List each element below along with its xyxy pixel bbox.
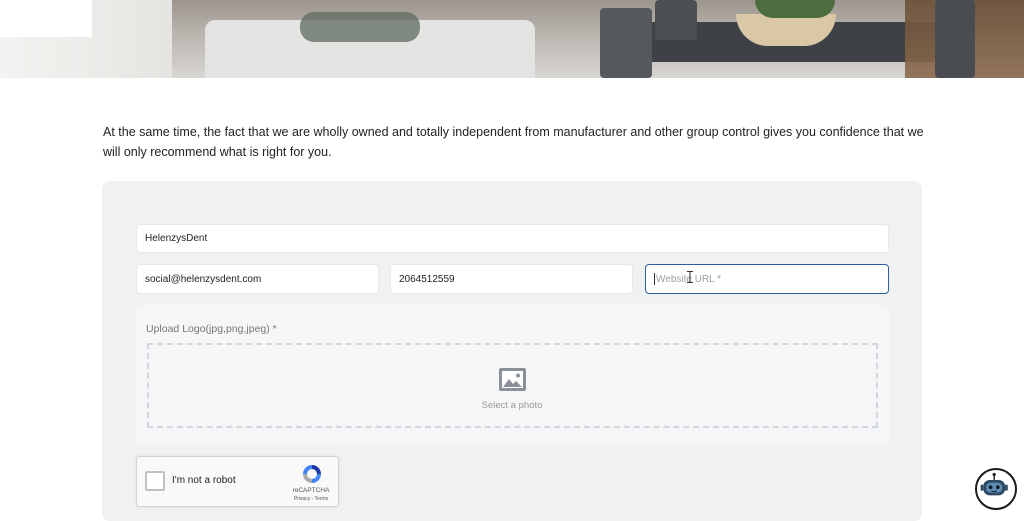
- email-field-value: social@helenzysdent.com: [145, 273, 262, 285]
- email-field[interactable]: social@helenzysdent.com: [136, 264, 379, 294]
- text-cursor-icon: [687, 271, 693, 283]
- robot-icon: [980, 472, 1008, 496]
- hero-chair: [935, 0, 975, 78]
- text-caret: [654, 273, 655, 285]
- recaptcha-label: I'm not a robot: [172, 475, 236, 486]
- recaptcha-terms-link[interactable]: Privacy - Terms: [285, 496, 337, 502]
- upload-logo-label: Upload Logo(jpg,png,jpeg) *: [146, 323, 277, 335]
- name-field-value: HelenzysDent: [145, 233, 208, 244]
- hero-chair: [600, 8, 652, 78]
- recaptcha-brand: reCAPTCHA: [292, 487, 330, 494]
- phone-field[interactable]: 2064512559: [390, 264, 633, 294]
- recaptcha-logo-icon: [303, 465, 321, 483]
- recaptcha-widget: I'm not a robot reCAPTCHA Privacy - Term…: [136, 456, 339, 507]
- hero-image: [0, 0, 1024, 78]
- intro-paragraph: At the same time, the fact that we are w…: [103, 125, 924, 159]
- hero-chair: [655, 0, 697, 40]
- website-url-field[interactable]: Website URL *: [645, 264, 889, 294]
- name-field[interactable]: HelenzysDent: [136, 224, 889, 253]
- recaptcha-checkbox[interactable]: [145, 471, 165, 491]
- image-icon[interactable]: [499, 368, 526, 391]
- hero-cushion: [300, 12, 420, 42]
- hero-plant: [755, 0, 835, 18]
- chatbot-button[interactable]: [975, 468, 1017, 510]
- phone-field-value: 2064512559: [399, 273, 455, 285]
- select-photo-text[interactable]: Select a photo: [0, 400, 1024, 411]
- hero-wall: [0, 0, 92, 37]
